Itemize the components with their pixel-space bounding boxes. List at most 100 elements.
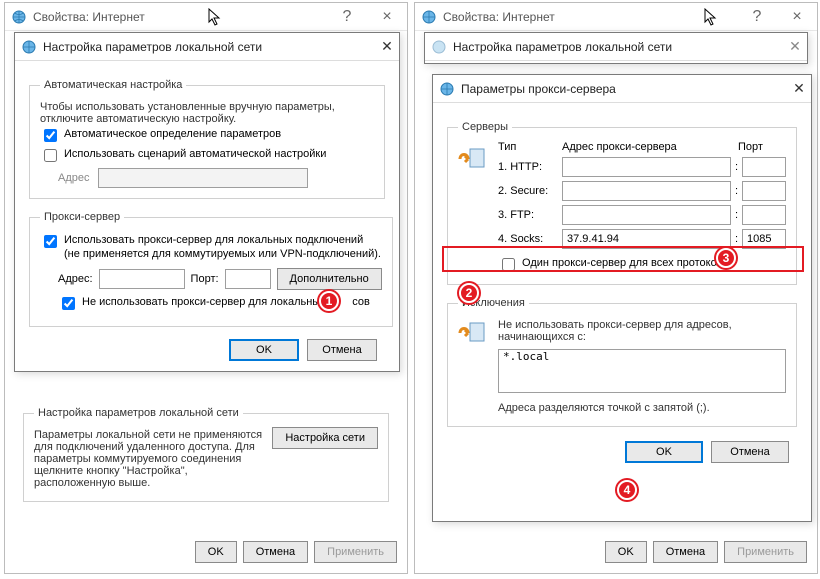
addr-header: Адрес прокси-сервера: [562, 141, 738, 153]
auto-detect-label: Автоматическое определение параметров: [64, 128, 281, 142]
lan-close-icon[interactable]: ✕: [375, 33, 399, 60]
server-port-input[interactable]: [742, 157, 786, 177]
network-settings-button[interactable]: Настройка сети: [272, 427, 378, 449]
left-lan-titlebar: Настройка параметров локальной сети ✕: [15, 33, 399, 61]
globe-icon: [421, 9, 437, 25]
parent-apply-button[interactable]: Применить: [724, 541, 807, 563]
colon: :: [731, 185, 742, 197]
colon: :: [731, 161, 742, 173]
lan-button-row: OK Отмена: [29, 339, 385, 361]
bypass-local-label: Не использовать прокси-сервер для локаль…: [82, 296, 320, 310]
globe-icon: [11, 9, 27, 25]
server-addr-input[interactable]: [562, 205, 731, 225]
proxy-address-input[interactable]: [99, 269, 185, 289]
server-row: 3. FTP: :: [498, 205, 786, 225]
right-lan-title: Настройка параметров локальной сети: [453, 40, 672, 54]
exceptions-textarea[interactable]: [498, 349, 786, 393]
exceptions-desc: Не использовать прокси-сервер для адресо…: [498, 319, 786, 343]
proxy-button-row: OK Отмена: [447, 441, 797, 463]
auto-detect-checkbox-row[interactable]: Автоматическое определение параметров: [40, 128, 374, 145]
exceptions-group: Исключения Не использовать прокси-сервер…: [447, 297, 797, 427]
marker-3: 3: [716, 248, 736, 268]
use-proxy-checkbox[interactable]: [44, 235, 57, 248]
use-script-label: Использовать сценарий автоматической нас…: [64, 148, 326, 162]
use-script-checkbox[interactable]: [44, 149, 57, 162]
globe-icon: [439, 81, 455, 97]
left-lan-title: Настройка параметров локальной сети: [43, 40, 262, 54]
servers-icon: [458, 141, 490, 274]
type-header: Тип: [498, 141, 562, 153]
proxy-port-input[interactable]: [225, 269, 271, 289]
server-row-label: 4. Socks:: [498, 233, 562, 245]
use-proxy-label: Использовать прокси-сервер для локальных…: [64, 234, 382, 262]
parent-ok-button[interactable]: OK: [605, 541, 647, 563]
marker-2: 2: [459, 283, 479, 303]
server-port-input[interactable]: [742, 205, 786, 225]
lan-ok-button[interactable]: OK: [229, 339, 299, 361]
proxy-server-group: Прокси-сервер Использовать прокси-сервер…: [29, 211, 393, 327]
same-for-all-checkbox[interactable]: [502, 258, 515, 271]
proxy-close-icon[interactable]: ✕: [787, 75, 811, 102]
globe-icon: [21, 39, 37, 55]
left-parent-title: Свойства: Интернет: [33, 10, 145, 24]
parent-apply-button[interactable]: Применить: [314, 541, 397, 563]
proxy-settings-title: Параметры прокси-сервера: [461, 82, 616, 96]
auto-config-desc: Чтобы использовать установленные вручную…: [40, 101, 374, 125]
parent-ok-button[interactable]: OK: [195, 541, 237, 563]
proxy-settings-window: Параметры прокси-сервера ✕ Серверы Тип А…: [432, 74, 812, 522]
proxy-address-label: Адрес:: [58, 273, 93, 285]
server-port-input[interactable]: [742, 181, 786, 201]
right-parent-button-row: OK Отмена Применить: [605, 541, 807, 563]
colon: :: [731, 233, 742, 245]
lan-close-icon: ✕: [783, 33, 807, 60]
proxy-port-label: Порт:: [191, 273, 219, 285]
server-row: 4. Socks: :: [498, 229, 786, 249]
server-row: 2. Secure: :: [498, 181, 786, 201]
close-icon[interactable]: ×: [777, 3, 817, 30]
same-for-all-label: Один прокси-сервер для всех протоколов: [522, 257, 735, 271]
left-lan-settings-window: Настройка параметров локальной сети ✕ Ав…: [14, 32, 400, 372]
use-script-checkbox-row[interactable]: Использовать сценарий автоматической нас…: [40, 148, 374, 165]
server-addr-input[interactable]: [562, 181, 731, 201]
proxy-settings-titlebar: Параметры прокси-сервера ✕: [433, 75, 811, 103]
left-parent-titlebar: Свойства: Интернет ? ×: [5, 3, 407, 31]
left-lan-panel-group: Настройка параметров локальной сети Пара…: [23, 407, 389, 502]
exceptions-note: Адреса разделяются точкой с запятой (;).: [498, 402, 786, 414]
bypass-local-suffix: сов: [352, 296, 370, 310]
auto-detect-checkbox[interactable]: [44, 129, 57, 142]
proxy-server-legend: Прокси-сервер: [40, 211, 124, 223]
server-addr-input[interactable]: [562, 229, 731, 249]
right-parent-title: Свойства: Интернет: [443, 10, 555, 24]
lan-cancel-button[interactable]: Отмена: [307, 339, 377, 361]
server-row-label: 1. HTTP:: [498, 161, 562, 173]
server-row-label: 2. Secure:: [498, 185, 562, 197]
auto-config-group: Автоматическая настройка Чтобы использов…: [29, 79, 385, 199]
script-address-label: Адрес: [58, 172, 90, 184]
proxy-cancel-button[interactable]: Отмена: [711, 441, 789, 463]
marker-1: 1: [319, 291, 339, 311]
help-icon[interactable]: ?: [737, 3, 777, 30]
server-row: 1. HTTP: :: [498, 157, 786, 177]
parent-cancel-button[interactable]: Отмена: [653, 541, 718, 563]
exceptions-icon: [458, 317, 490, 416]
bypass-local-checkbox[interactable]: [62, 297, 75, 310]
advanced-button[interactable]: Дополнительно: [277, 268, 382, 290]
proxy-ok-button[interactable]: OK: [625, 441, 703, 463]
use-proxy-checkbox-row[interactable]: Использовать прокси-сервер для локальных…: [40, 234, 382, 262]
right-parent-titlebar: Свойства: Интернет ? ×: [415, 3, 817, 31]
globe-icon: [431, 39, 447, 55]
right-lan-titlebar: Настройка параметров локальной сети ✕: [425, 33, 807, 61]
servers-legend: Серверы: [458, 121, 512, 133]
script-address-input: [98, 168, 308, 188]
parent-cancel-button[interactable]: Отмена: [243, 541, 308, 563]
right-lan-settings-window: Настройка параметров локальной сети ✕: [424, 32, 808, 64]
server-addr-input[interactable]: [562, 157, 731, 177]
close-icon[interactable]: ×: [367, 3, 407, 30]
marker-4: 4: [617, 480, 637, 500]
help-icon[interactable]: ?: [327, 3, 367, 30]
colon: :: [731, 209, 742, 221]
same-for-all-checkbox-row[interactable]: Один прокси-сервер для всех протоколов: [498, 257, 786, 274]
left-lan-panel-desc: Параметры локальной сети не применяются …: [34, 429, 262, 489]
left-parent-button-row: OK Отмена Применить: [195, 541, 397, 563]
server-port-input[interactable]: [742, 229, 786, 249]
